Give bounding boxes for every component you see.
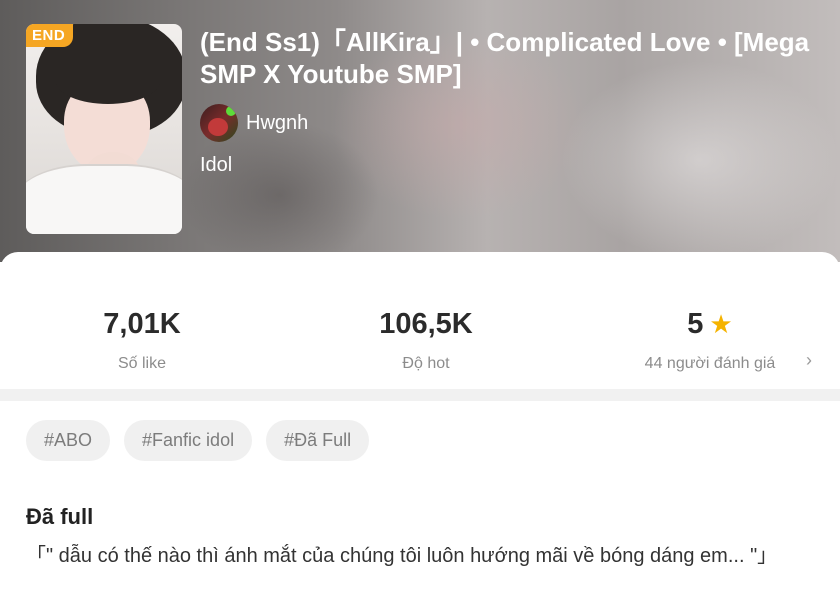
hot-count: 106,5K: [379, 308, 473, 340]
description-text: 「" dẫu có thế nào thì ánh mắt của chúng …: [26, 545, 778, 567]
tag-da-full[interactable]: #Đã Full: [266, 420, 370, 461]
avatar[interactable]: [200, 104, 238, 142]
tag-list: #ABO #Fanfic idol #Đã Full: [26, 420, 370, 461]
likes-label: Số like: [117, 355, 167, 372]
likes-count: 7,01K: [103, 308, 181, 340]
likes-stat: 7,01K Số like: [42, 308, 242, 373]
hot-label: Độ hot: [402, 355, 450, 372]
book-title: (End Ss1)「AllKira」| • Complicated Love •…: [200, 27, 810, 89]
star-icon: ★: [709, 309, 733, 339]
rating-count-label[interactable]: 44 người đánh giá: [610, 355, 810, 373]
tag-abo[interactable]: #ABO: [26, 420, 111, 461]
author-name[interactable]: Hwgnh: [246, 112, 308, 135]
chevron-right-icon[interactable]: ›: [806, 350, 812, 371]
description-heading: Đã full: [26, 504, 94, 529]
rating-stat[interactable]: 5 ★ 44 người đánh giá: [610, 308, 810, 373]
hot-stat: 106,5K Độ hot: [326, 308, 526, 373]
rating-value: 5: [687, 308, 704, 340]
section-divider: [0, 389, 840, 401]
tag-fanfic-idol[interactable]: #Fanfic idol: [124, 420, 253, 461]
book-cover[interactable]: END: [26, 24, 182, 234]
genre-label: Idol: [200, 154, 233, 176]
end-badge: END: [26, 24, 74, 47]
author-link[interactable]: Hwgnh: [200, 104, 308, 142]
